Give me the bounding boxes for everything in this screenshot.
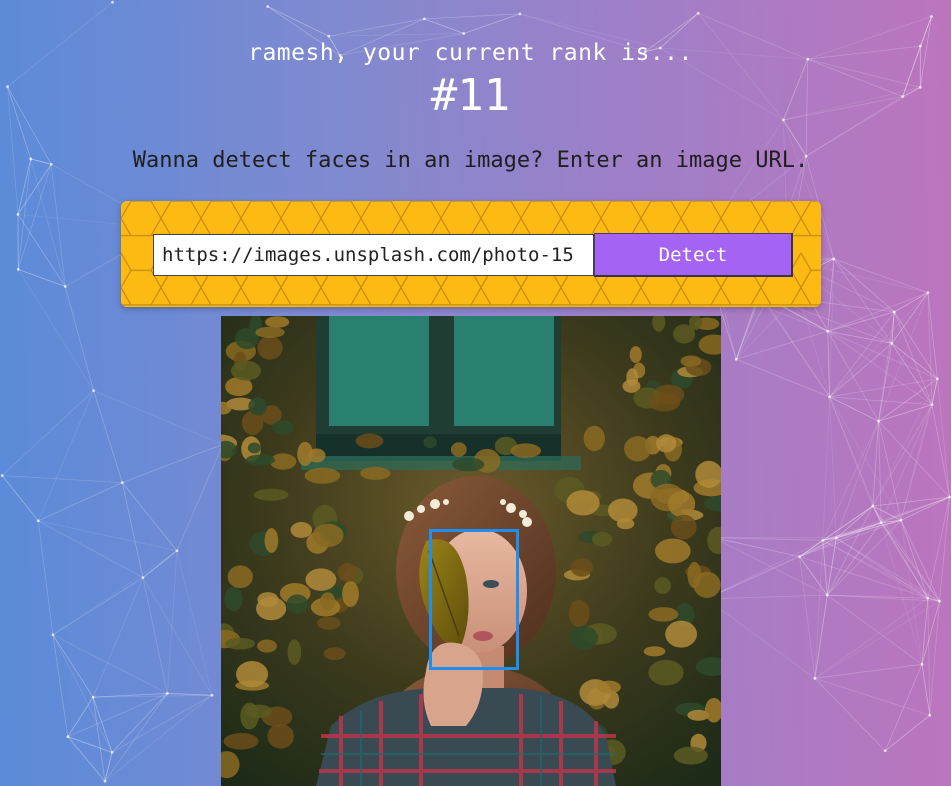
image-link-form: Detect — [121, 201, 821, 307]
instruction-text: Wanna detect faces in an image? Enter an… — [132, 148, 809, 173]
detect-button[interactable]: Detect — [594, 233, 793, 277]
rank-value: #11 — [430, 70, 511, 121]
face-bounding-box — [429, 529, 519, 670]
image-url-input[interactable] — [153, 234, 594, 276]
rank-heading: ramesh, your current rank is... — [248, 40, 693, 66]
